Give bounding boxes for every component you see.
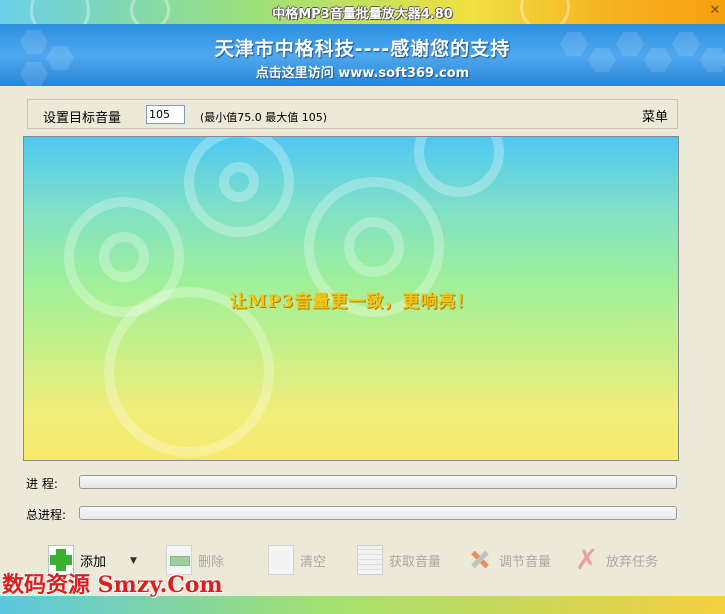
- close-icon[interactable]: ✕: [707, 3, 723, 19]
- banner-title: 天津市中格科技----感谢您的支持: [214, 38, 511, 60]
- progress-label: 进 程:: [26, 477, 58, 491]
- add-dropdown-icon[interactable]: ▼: [130, 556, 137, 566]
- get-volume-icon: [357, 545, 383, 575]
- watermark-text: 数码资源 Smzy.Com: [2, 572, 223, 598]
- cancel-icon: [574, 543, 600, 576]
- cancel-task-button-label: 放弃任务: [606, 554, 659, 570]
- banner-url[interactable]: 点击这里访问 www.soft369.com: [0, 62, 725, 81]
- total-progress-bar: [79, 506, 677, 520]
- title-bar: 中格MP3音量批量放大器4.80 ✕: [0, 0, 725, 24]
- menu-button[interactable]: 菜单: [642, 106, 668, 125]
- window-title: 中格MP3音量批量放大器4.80: [272, 7, 453, 22]
- banner-link[interactable]: 天津市中格科技----感谢您的支持 点击这里访问 www.soft369.com: [0, 24, 725, 86]
- swirl-decoration: [104, 287, 274, 457]
- swirl-decoration: [219, 162, 259, 202]
- total-progress-label: 总进程:: [26, 508, 67, 522]
- clear-button[interactable]: 清空: [268, 538, 326, 582]
- swirl-decoration: [99, 232, 149, 282]
- volume-settings-bar: 设置目标音量 (最小值75.0 最大值 105) 菜单: [27, 99, 678, 129]
- swirl-decoration: [344, 217, 404, 277]
- clear-button-label: 清空: [300, 554, 327, 570]
- adjust-volume-button-label: 调节音量: [499, 554, 552, 570]
- tools-icon: [467, 545, 493, 575]
- volume-range-hint: (最小值75.0 最大值 105): [200, 111, 328, 124]
- clear-icon: [268, 545, 294, 575]
- cancel-task-button[interactable]: 放弃任务: [574, 538, 658, 582]
- get-volume-button[interactable]: 获取音量: [357, 538, 441, 582]
- swirl-decoration: [414, 137, 504, 197]
- target-volume-label: 设置目标音量: [43, 111, 122, 126]
- target-volume-input[interactable]: [146, 105, 185, 124]
- progress-bar: [79, 475, 677, 489]
- adjust-volume-button[interactable]: 调节音量: [467, 538, 551, 582]
- slogan-text: 让MP3音量更一致，更响亮！: [229, 292, 475, 312]
- file-list-area[interactable]: 让MP3音量更一致，更响亮！: [23, 136, 679, 461]
- get-volume-button-label: 获取音量: [389, 554, 442, 570]
- window-controls: ✕: [683, 1, 723, 21]
